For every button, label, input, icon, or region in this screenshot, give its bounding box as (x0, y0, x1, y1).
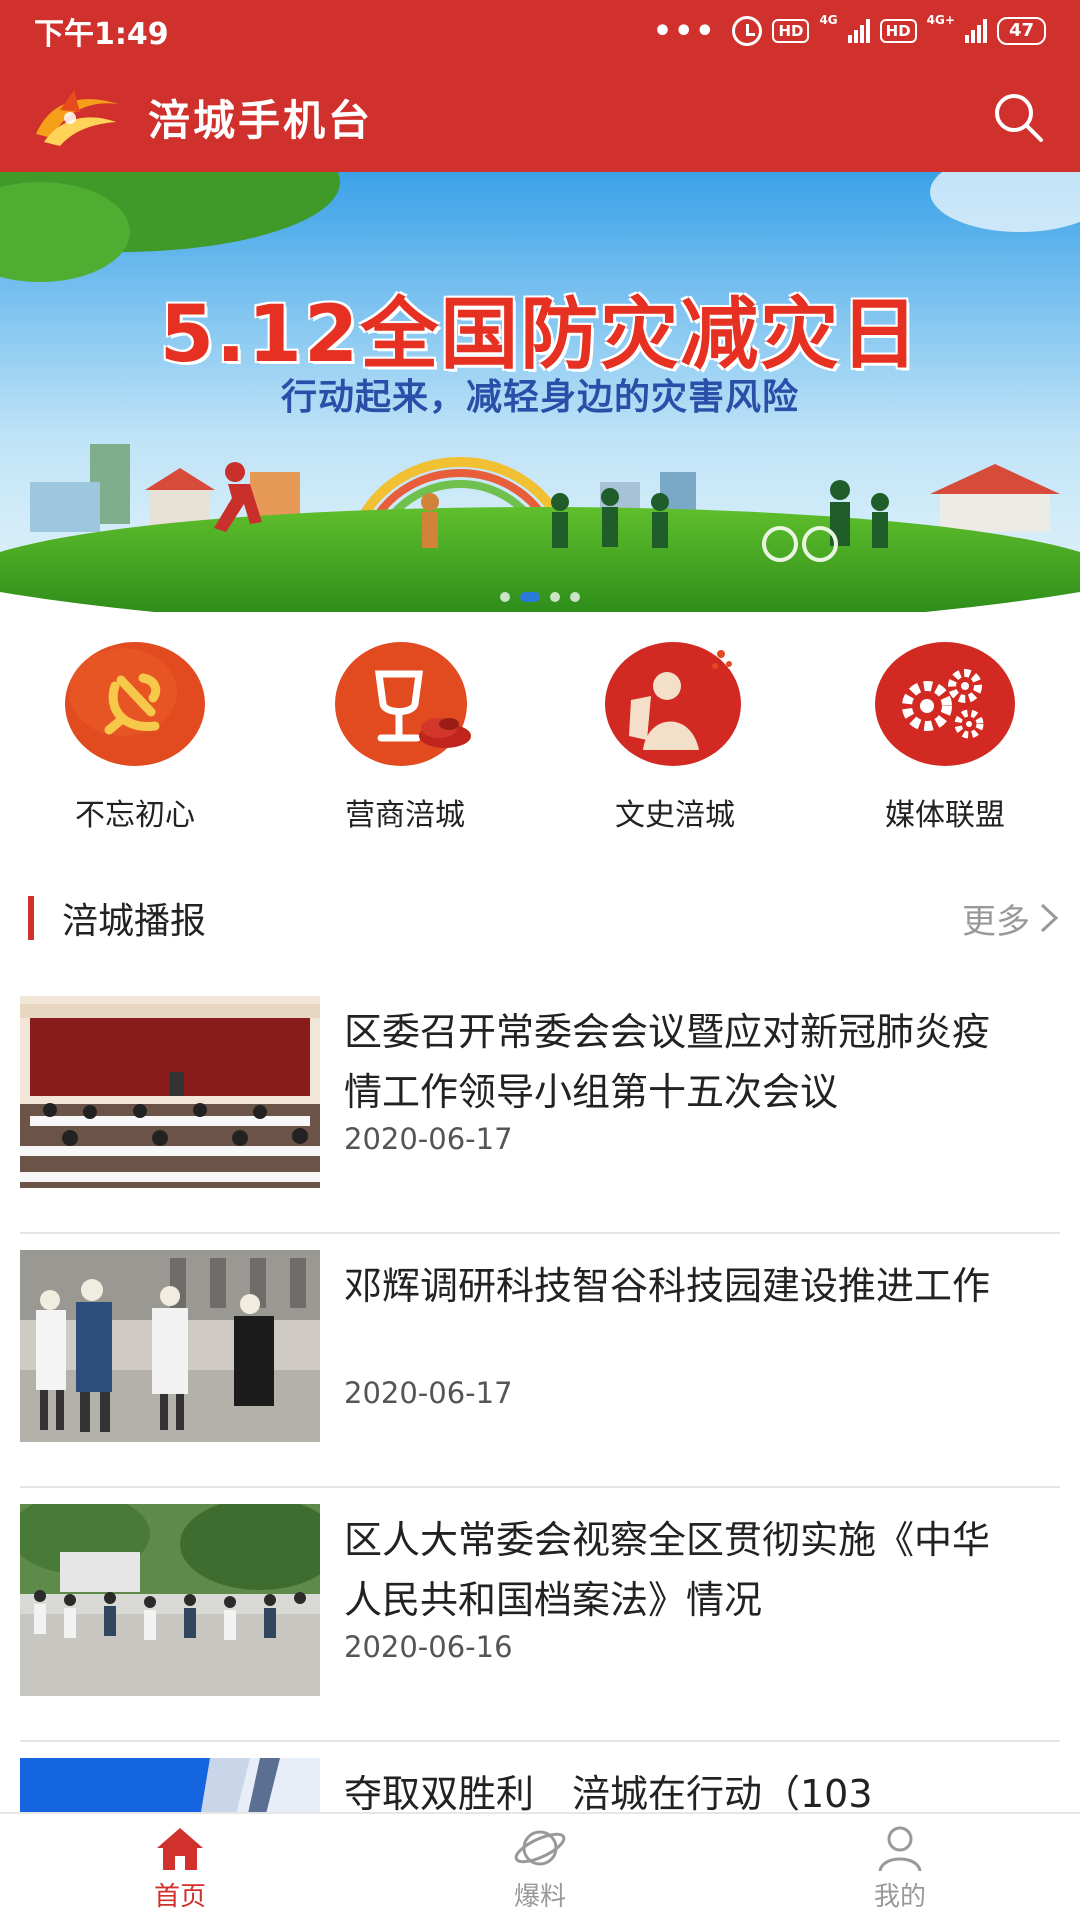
nav-label: 我的 (873, 1881, 926, 1912)
more-dots-icon: ••• (652, 13, 717, 49)
search-icon (995, 94, 1043, 142)
news-item[interactable]: 邓辉调研科技智谷科技园建设推进工作 2020-06-17 (0, 1234, 1080, 1488)
app-logo (30, 82, 124, 152)
nav-label: 爆料 (513, 1881, 566, 1912)
network-type: 4G (819, 12, 838, 27)
banner-dot[interactable] (550, 592, 560, 602)
quick-entry-media[interactable]: 媒体联盟 (810, 612, 1080, 852)
news-title: 邓辉调研科技智谷科技园建设推进工作 (344, 1264, 991, 1308)
quick-entry-party[interactable]: 不忘初心 (0, 612, 270, 852)
search-button[interactable] (986, 85, 1050, 149)
news-thumbnail (20, 1250, 320, 1442)
news-thumbnail (20, 996, 320, 1188)
quick-entry-business[interactable]: 营商涪城 (270, 612, 540, 852)
app-screen: 下午1:49 ••• HD 4G HD 4G+ 47 涪城手机台 5.12全国防… (0, 0, 1080, 1920)
bottom-navigation: 首页 爆料 我的 (0, 1812, 1080, 1920)
news-list: 区委召开常委会会议暨应对新冠肺炎疫情工作领导小组第十五次会议 2020-06-1… (0, 980, 1080, 1920)
section-title: 涪城播报 (62, 901, 207, 942)
quick-entry-label: 文史涪城 (615, 798, 735, 833)
banner-pagination (0, 592, 1080, 602)
nav-label: 首页 (153, 1881, 206, 1912)
status-icons: ••• HD 4G HD 4G+ 47 (653, 14, 1046, 49)
chevron-right-icon (1040, 903, 1059, 933)
quick-entry-history[interactable]: 文史涪城 (540, 612, 810, 852)
nav-report[interactable]: 爆料 (360, 1814, 720, 1920)
hd-badge-2: HD (879, 19, 917, 43)
section-accent-bar (28, 896, 34, 940)
network-type-2: 4G+ (926, 12, 955, 27)
status-time: 下午1:49 (34, 17, 169, 52)
hd-badge: HD (772, 19, 810, 43)
section-header: 涪城播报 更多 (0, 878, 1080, 958)
news-title: 区委召开常委会会议暨应对新冠肺炎疫情工作领导小组第十五次会议 (344, 1010, 991, 1114)
news-title: 区人大常委会视察全区贯彻实施《中华人民共和国档案法》情况 (344, 1518, 991, 1622)
trophy-icon (333, 640, 477, 768)
banner-dot[interactable] (570, 592, 580, 602)
news-thumbnail (20, 1504, 320, 1696)
battery-icon: 47 (996, 17, 1046, 45)
news-item[interactable]: 区人大常委会视察全区贯彻实施《中华人民共和国档案法》情况 2020-06-16 (0, 1488, 1080, 1742)
home-icon (152, 1822, 208, 1874)
nav-profile[interactable]: 我的 (720, 1814, 1080, 1920)
status-bar: 下午1:49 ••• HD 4G HD 4G+ 47 (0, 0, 1080, 62)
quick-entry-label: 不忘初心 (75, 798, 195, 833)
alarm-icon (732, 16, 763, 46)
more-link-label: 更多 (962, 901, 1030, 942)
signal-icon (847, 19, 870, 43)
user-icon (872, 1822, 928, 1874)
news-date: 2020-06-17 (344, 1376, 513, 1410)
planet-icon (512, 1822, 568, 1874)
news-date: 2020-06-16 (344, 1630, 513, 1664)
nav-home[interactable]: 首页 (0, 1814, 360, 1920)
scholar-icon (603, 640, 747, 768)
app-bar: 涪城手机台 (0, 62, 1080, 172)
signal-icon-2 (964, 19, 987, 43)
app-title: 涪城手机台 (148, 95, 374, 145)
more-link[interactable]: 更多 (962, 894, 1060, 943)
news-date: 2020-06-17 (344, 1122, 513, 1156)
banner-dot[interactable] (500, 592, 510, 602)
quick-entry-label: 营商涪城 (345, 798, 465, 833)
quick-entry-label: 媒体联盟 (885, 798, 1005, 833)
banner-carousel[interactable]: 5.12全国防灾减灾日 行动起来，减轻身边的灾害风险 (0, 172, 1080, 612)
party-emblem-icon (63, 640, 207, 768)
banner-subtitle: 行动起来，减轻身边的灾害风险 (280, 377, 799, 418)
banner-dot[interactable] (520, 592, 540, 602)
gears-icon (873, 640, 1017, 768)
news-item[interactable]: 区委召开常委会会议暨应对新冠肺炎疫情工作领导小组第十五次会议 2020-06-1… (0, 980, 1080, 1234)
quick-entry-grid: 不忘初心 营商涪城 文史涪城 媒体联盟 (0, 612, 1080, 852)
